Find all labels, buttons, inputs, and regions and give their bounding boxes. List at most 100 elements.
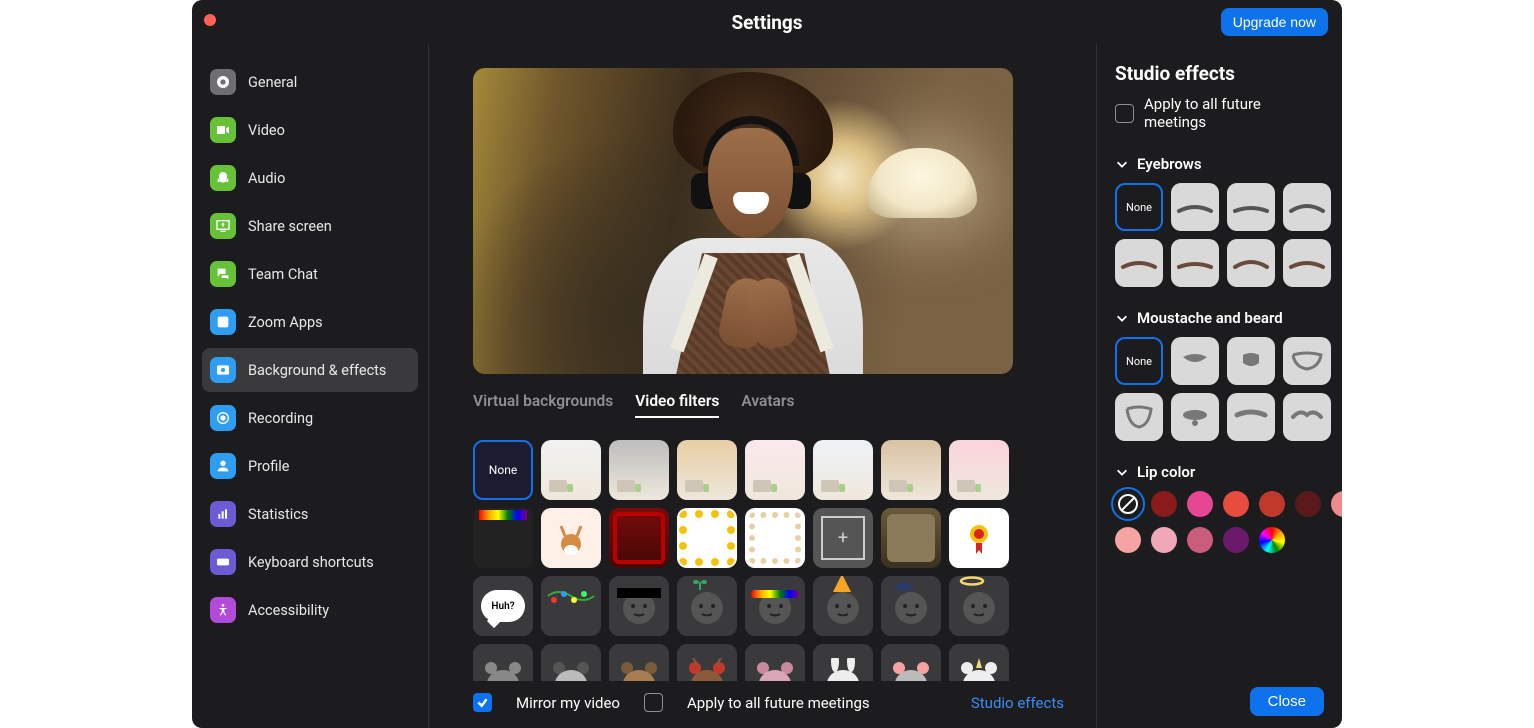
beard-option-2[interactable] (1227, 337, 1275, 385)
filter-pride[interactable] (473, 508, 533, 568)
filter-reindeer[interactable] (677, 644, 737, 681)
close-button[interactable]: Close (1250, 687, 1324, 716)
apply-future-label: Apply to all future meetings (687, 694, 870, 712)
video-preview (473, 68, 1013, 374)
sidebar-item-video[interactable]: Video (202, 108, 418, 152)
eyebrow-option-1[interactable] (1171, 183, 1219, 231)
beard-option-1[interactable] (1171, 337, 1219, 385)
sidebar-item-profile[interactable]: Profile (202, 444, 418, 488)
eyebrow-option-7[interactable] (1283, 239, 1331, 287)
lip-section-toggle[interactable]: Lip color (1115, 463, 1324, 481)
lip-color-10[interactable] (1223, 527, 1249, 553)
filter-huh[interactable]: Huh? (473, 576, 533, 636)
eyebrows-options: None (1115, 183, 1324, 287)
filter-room-5[interactable] (813, 440, 873, 500)
sidebar-item-label: Share screen (248, 218, 332, 235)
filter-halo[interactable] (949, 576, 1009, 636)
filter-sprout[interactable] (677, 576, 737, 636)
filter-emoji-frame[interactable] (677, 508, 737, 568)
lip-color-2[interactable] (1187, 491, 1213, 517)
sidebar-item-accessibility[interactable]: Accessibility (202, 588, 418, 632)
sidebar-item-background-effects[interactable]: Background & effects (202, 348, 418, 392)
lip-color-3[interactable] (1223, 491, 1249, 517)
eyebrow-option-6[interactable] (1227, 239, 1275, 287)
filter-pig[interactable] (745, 644, 805, 681)
beard-none[interactable]: None (1115, 337, 1163, 385)
filter-cap[interactable] (881, 576, 941, 636)
filter-rabbit[interactable] (813, 644, 873, 681)
settings-window: Settings Upgrade now GeneralVideoAudioSh… (192, 0, 1342, 728)
profile-icon (210, 453, 236, 479)
lip-color-1[interactable] (1151, 491, 1177, 517)
eyebrow-option-5[interactable] (1171, 239, 1219, 287)
beard-option-7[interactable] (1283, 393, 1331, 441)
lip-color-4[interactable] (1259, 491, 1285, 517)
studio-effects-link[interactable]: Studio effects (971, 694, 1064, 712)
filter-ribbon[interactable] (949, 508, 1009, 568)
filter-unicorn[interactable] (949, 644, 1009, 681)
filter-dog[interactable] (541, 508, 601, 568)
sidebar-item-audio[interactable]: Audio (202, 156, 418, 200)
sidebar-item-share-screen[interactable]: Share screen (202, 204, 418, 248)
lip-color-7[interactable] (1115, 527, 1141, 553)
video-icon (210, 117, 236, 143)
chevron-down-icon (1115, 311, 1129, 325)
filter-pearl-frame[interactable] (745, 508, 805, 568)
filter-glasses[interactable] (609, 576, 669, 636)
sidebar-item-team-chat[interactable]: Team Chat (202, 252, 418, 296)
filter-room-7[interactable] (949, 440, 1009, 500)
filter-none[interactable]: None (473, 440, 533, 500)
close-window-icon[interactable] (204, 14, 216, 26)
filter-raccoon[interactable] (541, 644, 601, 681)
filter-tv[interactable] (881, 508, 941, 568)
apply-future-checkbox[interactable] (644, 693, 663, 712)
filter-room-1[interactable] (541, 440, 601, 500)
sidebar-item-keyboard-shortcuts[interactable]: Keyboard shortcuts (202, 540, 418, 584)
beard-option-5[interactable] (1171, 393, 1219, 441)
eyebrow-option-3[interactable] (1283, 183, 1331, 231)
beard-section-toggle[interactable]: Moustache and beard (1115, 309, 1324, 327)
eyebrow-option-4[interactable] (1115, 239, 1163, 287)
lip-color-8[interactable] (1151, 527, 1177, 553)
beard-option-6[interactable] (1227, 393, 1275, 441)
sidebar-item-label: Video (248, 122, 285, 139)
filter-mouse[interactable] (881, 644, 941, 681)
tab-avatars[interactable]: Avatars (741, 392, 794, 418)
eyebrows-section-toggle[interactable]: Eyebrows (1115, 155, 1324, 173)
filter-focus-frame[interactable]: + (813, 508, 873, 568)
eyebrow-none[interactable]: None (1115, 183, 1163, 231)
studio-apply-future-checkbox[interactable] (1115, 104, 1134, 123)
chevron-down-icon (1115, 157, 1129, 171)
filter-bear[interactable] (609, 644, 669, 681)
sidebar-item-label: Recording (248, 410, 313, 427)
sidebar-item-general[interactable]: General (202, 60, 418, 104)
share-screen-icon (210, 213, 236, 239)
beard-option-3[interactable] (1283, 337, 1331, 385)
lip-color-none[interactable] (1115, 491, 1141, 517)
sidebar-item-zoom-apps[interactable]: Zoom Apps (202, 300, 418, 344)
filter-room-4[interactable] (745, 440, 805, 500)
mirror-video-checkbox[interactable] (473, 693, 492, 712)
lip-color-custom[interactable] (1259, 527, 1285, 553)
filter-theater[interactable] (609, 508, 669, 568)
filter-rainbow[interactable] (745, 576, 805, 636)
filter-lights[interactable] (541, 576, 601, 636)
upgrade-button[interactable]: Upgrade now (1221, 8, 1328, 36)
filter-room-3[interactable] (677, 440, 737, 500)
accessibility-icon (210, 597, 236, 623)
sidebar-item-label: Accessibility (248, 602, 329, 619)
sidebar-item-statistics[interactable]: Statistics (202, 492, 418, 536)
filter-mask[interactable] (473, 644, 533, 681)
tab-virtual-backgrounds[interactable]: Virtual backgrounds (473, 392, 613, 418)
filter-room-6[interactable] (881, 440, 941, 500)
tab-video-filters[interactable]: Video filters (635, 392, 719, 418)
beard-option-4[interactable] (1115, 393, 1163, 441)
video-filters-grid: None + Huh? (473, 440, 1064, 681)
lip-color-5[interactable] (1295, 491, 1321, 517)
filter-party-hat[interactable] (813, 576, 873, 636)
lip-color-6[interactable] (1331, 491, 1342, 517)
eyebrow-option-2[interactable] (1227, 183, 1275, 231)
sidebar-item-recording[interactable]: Recording (202, 396, 418, 440)
lip-color-9[interactable] (1187, 527, 1213, 553)
filter-room-2[interactable] (609, 440, 669, 500)
